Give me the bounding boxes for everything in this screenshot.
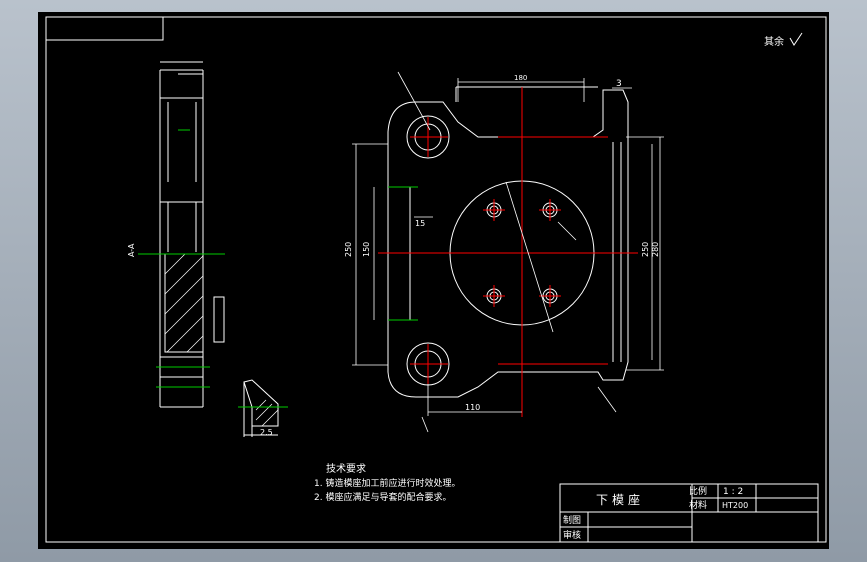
section-label: A-A <box>127 243 136 257</box>
detail-hatch <box>255 399 279 427</box>
plan-centerlines <box>378 87 638 417</box>
section-hatch <box>164 253 204 353</box>
dim-top-width: 180 <box>514 74 527 82</box>
drawing-canvas: 其余 A-A 2.5 180 3 250 150 250 280 15 110 … <box>38 12 829 549</box>
corner-box <box>45 16 164 41</box>
surface-finish-note: 其余 <box>764 35 784 48</box>
plan-view <box>387 86 629 398</box>
material-label: 材料 <box>689 499 707 511</box>
cad-drawing: 其余 A-A 2.5 180 3 250 150 250 280 15 110 … <box>45 16 827 543</box>
material-value: HT200 <box>722 501 748 510</box>
dim-slot-width: 15 <box>415 219 425 228</box>
drawing-border <box>45 16 827 543</box>
scale-value: 1 : 2 <box>723 487 743 497</box>
thickness-dim: 2.5 <box>260 428 273 437</box>
side-centerlines <box>138 129 225 388</box>
dim-left-height: 250 <box>344 242 353 257</box>
tech-req-item-2: 2. 模座应满足与导套的配合要求。 <box>314 491 451 503</box>
dim-inner-height: 150 <box>362 242 371 257</box>
checked-label: 审核 <box>563 529 581 541</box>
dim-top-offset: 3 <box>616 79 622 89</box>
roughness-check-icon <box>789 32 803 46</box>
dim-right-height: 250 <box>641 242 650 257</box>
scale-label: 比例 <box>689 485 707 497</box>
dim-right-height2: 280 <box>651 242 660 257</box>
tech-req-title: 技术要求 <box>326 462 366 475</box>
drawn-label: 制图 <box>563 514 581 526</box>
tech-req-item-1: 1. 铸造模座加工前应进行时效处理。 <box>314 477 460 489</box>
dimension-lines <box>352 71 664 433</box>
dim-bottom-width: 110 <box>465 403 480 412</box>
part-name: 下模座 <box>596 492 644 507</box>
side-view <box>159 61 225 408</box>
